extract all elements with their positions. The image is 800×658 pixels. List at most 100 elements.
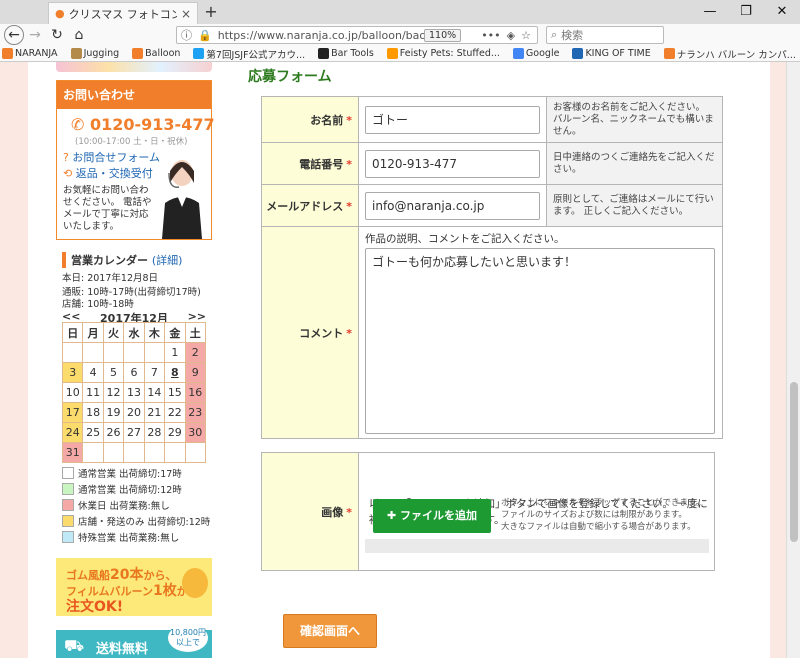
bookmark-item[interactable]: Google (512, 48, 559, 59)
bookmark-item[interactable]: ナランハ バルーン カンパ... (663, 47, 796, 61)
contact-title: お問い合わせ (57, 81, 211, 109)
return-exchange-link[interactable]: ⟲ 返品・交換受付 (63, 165, 153, 181)
bookmark-label: Jugging (83, 48, 120, 59)
juggler-icon (70, 48, 82, 59)
tab-bar: ● クリスマス フォトコンテスト 2017 × + — ❐ ✕ (0, 0, 800, 24)
new-tab-button[interactable]: + (202, 2, 220, 22)
reload-icon[interactable]: ↻ (46, 24, 68, 46)
calendar-day: 15 (164, 382, 186, 403)
navigation-bar: ← → ↻ ⌂ ⓘ 🔒 https://www.naranja.co.jp/ba… (0, 24, 800, 66)
email-field[interactable]: info@naranja.co.jp (365, 191, 540, 220)
calendar-legend-item: 店舗・発送のみ 出荷締切:12時 (62, 514, 210, 528)
bookmark-item[interactable]: 第7回JSJF公式アカウ... (193, 47, 305, 61)
calendar-day: 11 (82, 382, 104, 403)
bookmark-star-icon[interactable]: ☆ (521, 29, 531, 42)
zoom-level[interactable]: 110% (424, 28, 462, 42)
contact-note: お気軽にお問い合わせください。 電話やメールで丁寧に対応いたします。 (63, 185, 152, 232)
comment-label: コメント * (261, 226, 359, 439)
calendar-day: 23 (184, 402, 207, 423)
home-icon[interactable]: ⌂ (68, 24, 90, 46)
url-text[interactable]: https://www.naranja.co.jp/balloon/bao-ri… (218, 29, 424, 42)
calendar-day: 29 (164, 422, 186, 443)
search-input[interactable]: ⌕ 検索 (546, 26, 664, 44)
order-banner[interactable]: ゴム風船20本から、 フィルムバルーン1枚から 注文OK! (56, 558, 212, 616)
phone-help: 日中連絡のつくご連絡先をご記入ください。 (546, 142, 723, 185)
calendar-day: 30 (184, 422, 207, 443)
free-shipping-text: 送料無料 (96, 642, 149, 657)
page-actions-icon[interactable]: ••• (481, 29, 500, 42)
legend-label: 特殊営業 出荷業務:無し (78, 533, 180, 544)
required-mark: * (346, 199, 352, 213)
calendar-day: 22 (164, 402, 186, 423)
phone-field[interactable]: 0120-913-477 (365, 149, 540, 178)
calendar-day: 17 (61, 402, 84, 423)
bookmark-label: NARANJA (15, 48, 58, 59)
minimize-icon[interactable]: — (692, 0, 728, 24)
close-tab-icon[interactable]: × (181, 7, 191, 21)
calendar-grid: 日月火水木金土 1 2 3 4 5 6 7 8 9 10 11 12 13 14 15 16 17 18 19 20 21… (61, 322, 207, 463)
bookmark-item[interactable]: NARANJA (2, 48, 58, 59)
twitter-icon (193, 48, 205, 59)
free-shipping-banner[interactable]: ⛟ 送料無料 10,800円 以上で (56, 624, 212, 658)
bookmark-item[interactable]: Jugging (70, 48, 120, 59)
back-icon[interactable]: ← (4, 25, 24, 45)
calendar-day: 28 (143, 422, 166, 443)
calendar-day: 6 (123, 362, 145, 383)
name-field[interactable]: ゴトー (365, 105, 540, 134)
lock-icon[interactable]: 🔒 (198, 29, 212, 42)
balloon-banner-image[interactable] (56, 62, 212, 72)
calendar-weekday: 金 (164, 322, 186, 343)
required-mark: * (346, 505, 352, 519)
forward-icon[interactable]: → (24, 24, 46, 46)
confirm-button[interactable]: 確認画面へ (283, 614, 377, 648)
url-bar[interactable]: ⓘ 🔒 https://www.naranja.co.jp/balloon/ba… (176, 26, 538, 44)
calendar-day (61, 342, 84, 363)
info-icon[interactable]: ⓘ (181, 27, 192, 43)
calendar-day: 24 (61, 422, 84, 443)
calendar-day: 31 (61, 442, 84, 463)
calendar-day (82, 442, 104, 463)
calendar-day: 27 (123, 422, 145, 443)
phone-number[interactable]: ✆ 0120-913-477 (71, 115, 215, 134)
comment-caption: 作品の説明、コメントをご記入ください。 (365, 233, 565, 245)
calendar-weekday: 木 (143, 322, 166, 343)
name-label: お名前 * (261, 96, 359, 143)
page-scrollbar[interactable] (786, 62, 800, 658)
truck-icon: ⛟ (64, 636, 85, 655)
calendar-day (143, 442, 166, 463)
calendar-day: 5 (102, 362, 125, 383)
pocket-icon[interactable]: ◈ (507, 29, 515, 42)
calendar-detail-link[interactable]: (詳細) (152, 254, 183, 267)
question-icon: ? (63, 151, 69, 164)
bookmark-item[interactable]: KING OF TIME (572, 48, 651, 59)
bookmark-item[interactable]: Balloon (132, 48, 180, 59)
calendar-day: 19 (102, 402, 125, 423)
operator-image (162, 160, 202, 239)
comment-textarea[interactable]: ゴトーも何か応募したいと思います！ (365, 248, 715, 434)
bookmark-item[interactable]: Feisty Pets: Stuffed... (386, 48, 500, 59)
phone-icon: ✆ (71, 115, 85, 134)
calendar-weekday: 月 (82, 322, 104, 343)
bookmark-label: Feisty Pets: Stuffed... (399, 48, 500, 59)
file-drop-zone[interactable] (365, 539, 709, 553)
close-window-icon[interactable]: ✕ (764, 0, 800, 24)
scroll-thumb[interactable] (790, 382, 798, 542)
entry-form: お名前 * ゴトー お客様のお名前をご記入ください。 バルーン名、ニックネームでも… (261, 96, 723, 439)
calendar-day: 21 (143, 402, 166, 423)
calendar-store-hours: 店舗: 10時-18時 (62, 299, 134, 310)
required-mark: * (346, 326, 352, 340)
calendar-day: 3 (61, 362, 84, 383)
calendar-day (82, 342, 104, 363)
add-file-button[interactable]: ✚ ファイルを追加 (373, 499, 491, 533)
maximize-icon[interactable]: ❐ (728, 0, 764, 24)
calendar-day: 2 (184, 342, 207, 363)
image-label: 画像 * (261, 452, 359, 571)
calendar-today: 本日: 2017年12月8日 (62, 273, 159, 284)
contact-form-link[interactable]: ? お問合せフォーム (63, 149, 160, 165)
web-page: お問い合わせ ✆ 0120-913-477 (10:00-17:00 土・日・祝… (0, 62, 800, 658)
bookmarks-bar: NARANJA Jugging Balloon 第7回JSJF公式アカウ... Bar … (0, 46, 800, 62)
contact-box: お問い合わせ ✆ 0120-913-477 (10:00-17:00 土・日・祝… (56, 80, 215, 240)
calendar-day: 16 (184, 382, 207, 403)
browser-tab[interactable]: ● クリスマス フォトコンテスト 2017 × (48, 2, 198, 24)
bookmark-item[interactable]: Bar Tools (318, 48, 374, 59)
